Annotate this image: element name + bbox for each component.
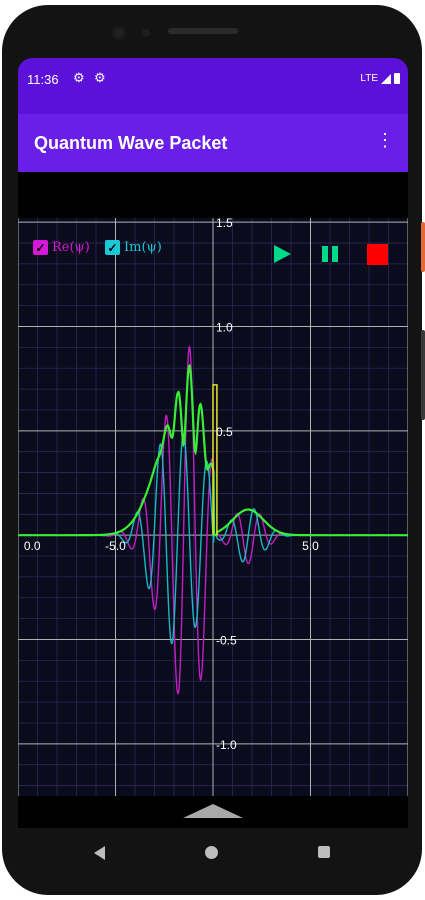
y-tick-label: 1.0 (216, 321, 233, 335)
signal-icon (381, 73, 391, 84)
volume-button (421, 330, 425, 420)
stop-icon[interactable] (367, 244, 388, 265)
play-icon[interactable] (272, 244, 292, 264)
power-button (421, 222, 425, 272)
x-tick-label: -5.0 (105, 539, 126, 553)
legend-re[interactable]: ✓ Re(ψ) (33, 240, 90, 255)
overflow-menu-icon[interactable]: ⋮ (376, 131, 394, 149)
y-tick-label: -0.5 (216, 634, 237, 648)
status-bar: 11:36 ⚙ ⚙ LTE (18, 58, 408, 114)
gear-icon: ⚙ (73, 70, 85, 85)
screen: 11:36 ⚙ ⚙ LTE Quantum Wave Packet ⋮ 0.0 -… (18, 58, 408, 828)
system-nav-bar (18, 828, 408, 876)
legend-label-re: Re(ψ) (52, 240, 90, 255)
network-type: LTE (360, 73, 378, 84)
legend-im[interactable]: ✓ Im(ψ) (105, 240, 162, 255)
gear-icon: ⚙ (94, 70, 106, 85)
re-checkbox[interactable]: ✓ (33, 240, 48, 255)
y-tick-label: -1.0 (216, 738, 237, 752)
pause-icon[interactable] (320, 244, 340, 264)
legend-label-im: Im(ψ) (124, 240, 162, 255)
x-tick-label: 5.0 (302, 539, 319, 553)
app-title: Quantum Wave Packet (34, 133, 228, 153)
wave-plot: 0.0 -5.0 5.0 1.5 1.0 0.5 -0.5 -1.0 (18, 218, 408, 796)
status-indicators: LTE (360, 73, 400, 84)
back-icon[interactable] (94, 846, 105, 860)
recents-icon[interactable] (318, 846, 330, 858)
proximity-sensor (142, 29, 150, 37)
x-tick-label: 0.0 (24, 539, 41, 553)
front-camera (112, 26, 126, 40)
im-checkbox[interactable]: ✓ (105, 240, 120, 255)
home-icon[interactable] (205, 846, 218, 859)
gesture-bar (18, 796, 408, 828)
y-tick-label: 0.5 (216, 425, 233, 439)
status-time: 11:36 (27, 72, 59, 87)
y-tick-label: 1.5 (216, 218, 233, 230)
earpiece-speaker (168, 28, 238, 34)
app-bar: Quantum Wave Packet ⋮ (18, 114, 408, 172)
drawer-handle-icon[interactable] (183, 804, 243, 818)
battery-icon (394, 73, 400, 84)
